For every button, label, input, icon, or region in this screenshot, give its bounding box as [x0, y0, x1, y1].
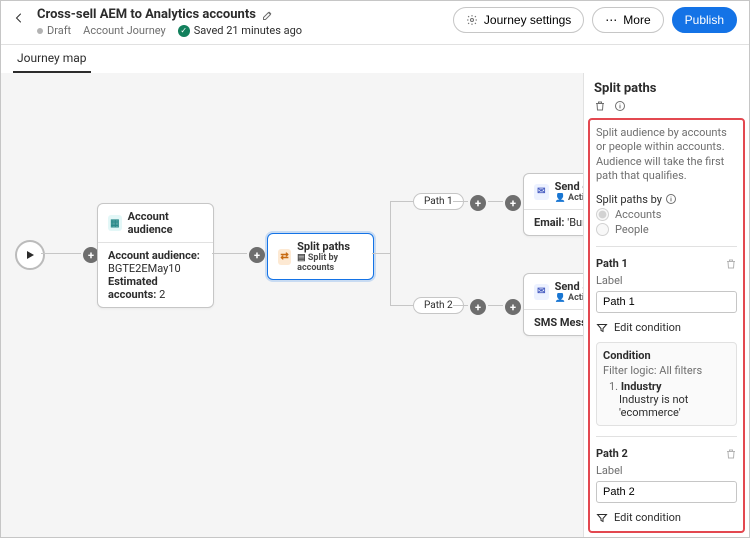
panel-description: Split audience by accounts or people wit…: [596, 126, 737, 183]
play-icon: [25, 250, 35, 260]
condition-box-2: Condition Filter logic: All filters 1. I…: [596, 532, 737, 533]
edit-condition-1[interactable]: Edit condition: [596, 321, 737, 334]
saved-indicator: ✓ Saved 21 minutes ago: [178, 24, 302, 37]
add-node-path1b[interactable]: +: [503, 193, 523, 213]
path-card-2: Path 2 Label Edit condition Condition Fi…: [596, 436, 737, 533]
ellipsis-icon: ⋯: [605, 13, 617, 27]
filter-icon: [596, 512, 608, 524]
back-button[interactable]: [13, 7, 25, 25]
trash-icon[interactable]: [594, 100, 606, 112]
info-icon[interactable]: [614, 100, 626, 112]
trash-icon[interactable]: [725, 258, 737, 270]
sms-action-icon: ✉: [534, 284, 549, 300]
status-badge: Draft: [37, 24, 71, 37]
radio-accounts[interactable]: Accounts: [596, 208, 737, 221]
path-2-label-input[interactable]: [596, 481, 737, 503]
journey-settings-button[interactable]: Journey settings: [453, 7, 584, 33]
page-title: Cross-sell AEM to Analytics accounts: [37, 7, 256, 22]
arrow-left-icon: [13, 12, 25, 24]
trash-icon[interactable]: [725, 448, 737, 460]
split-icon: ⇄: [278, 249, 291, 265]
play-button[interactable]: [15, 240, 45, 270]
filter-icon: [596, 322, 608, 334]
gear-icon: [466, 14, 478, 26]
path-1-name: Path 1: [596, 257, 628, 270]
path-1-label-input[interactable]: [596, 291, 737, 313]
email-action-icon: ✉: [534, 184, 549, 200]
add-node-path2b[interactable]: +: [503, 297, 523, 317]
panel-title: Split paths: [594, 81, 739, 96]
title-block: Cross-sell AEM to Analytics accounts Dra…: [37, 7, 441, 37]
path-card-1: Path 1 Label Edit condition Condition Fi…: [596, 246, 737, 426]
add-node-2[interactable]: +: [247, 245, 267, 265]
properties-panel: Split paths Split audience by accounts o…: [583, 73, 749, 537]
edit-condition-2[interactable]: Edit condition: [596, 511, 737, 524]
split-by-label: Split paths by: [596, 193, 662, 206]
panel-body: Split audience by accounts or people wit…: [588, 118, 745, 533]
tab-journey-map[interactable]: Journey map: [13, 45, 91, 73]
add-node-path2a[interactable]: +: [468, 297, 488, 317]
edit-icon[interactable]: [262, 9, 274, 21]
more-button[interactable]: ⋯ More: [592, 7, 663, 33]
add-node-path1a[interactable]: +: [468, 193, 488, 213]
journey-type: Account Journey: [83, 24, 166, 37]
info-icon[interactable]: [665, 193, 677, 205]
tab-bar: Journey map: [1, 45, 749, 74]
node-split-paths[interactable]: ⇄ Split paths ▤ Split by accounts: [267, 233, 374, 280]
path-2-name: Path 2: [596, 447, 628, 460]
node-account-audience[interactable]: ▦Account audience Account audience: BGTE…: [97, 203, 214, 308]
publish-button[interactable]: Publish: [672, 7, 737, 33]
radio-people[interactable]: People: [596, 223, 737, 236]
audience-icon: ▦: [108, 215, 122, 231]
check-icon: ✓: [178, 25, 190, 37]
top-bar: Cross-sell AEM to Analytics accounts Dra…: [1, 1, 749, 45]
condition-box-1: Condition Filter logic: All filters 1. I…: [596, 342, 737, 426]
